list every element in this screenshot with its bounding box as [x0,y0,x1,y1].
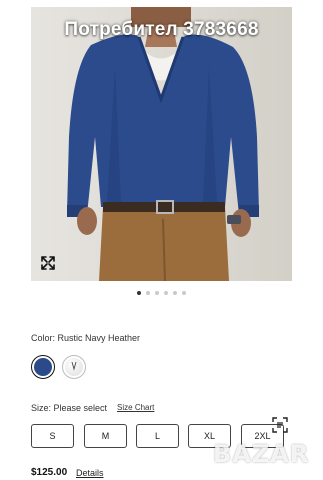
product-price: $125.00 [31,467,68,478]
size-chart-link[interactable]: Size Chart [117,403,154,413]
swatch-fill [34,358,52,376]
details-link[interactable]: Details [76,468,104,478]
overlay-title: Потребител 3783668 [64,19,259,40]
size-option-s[interactable]: S [31,424,74,448]
sweater-thumb-icon [71,361,77,371]
gallery-dot[interactable] [155,291,159,295]
gallery-dot[interactable] [164,291,168,295]
size-option-m[interactable]: M [84,424,127,448]
swatch-fill [65,358,83,376]
model-illustration [67,7,259,281]
size-option-l[interactable]: L [136,424,179,448]
watermark-logo: BAZAR [213,440,310,468]
visual-search-icon[interactable] [272,417,288,433]
gallery-dot[interactable] [146,291,150,295]
gallery-dot[interactable] [173,291,177,295]
gallery-dot[interactable] [182,291,186,295]
product-image[interactable] [31,7,292,281]
expand-arrows-icon[interactable] [40,255,56,271]
color-swatch-gray[interactable] [62,355,86,379]
color-swatch-navy[interactable] [31,355,55,379]
size-header: Size: Please select Size Chart [31,403,154,413]
size-label: Size: Please select [31,403,108,413]
color-label: Color: Rustic Navy Heather [31,333,141,343]
gallery-pagination [0,291,323,295]
gallery-dot[interactable] [137,291,141,295]
